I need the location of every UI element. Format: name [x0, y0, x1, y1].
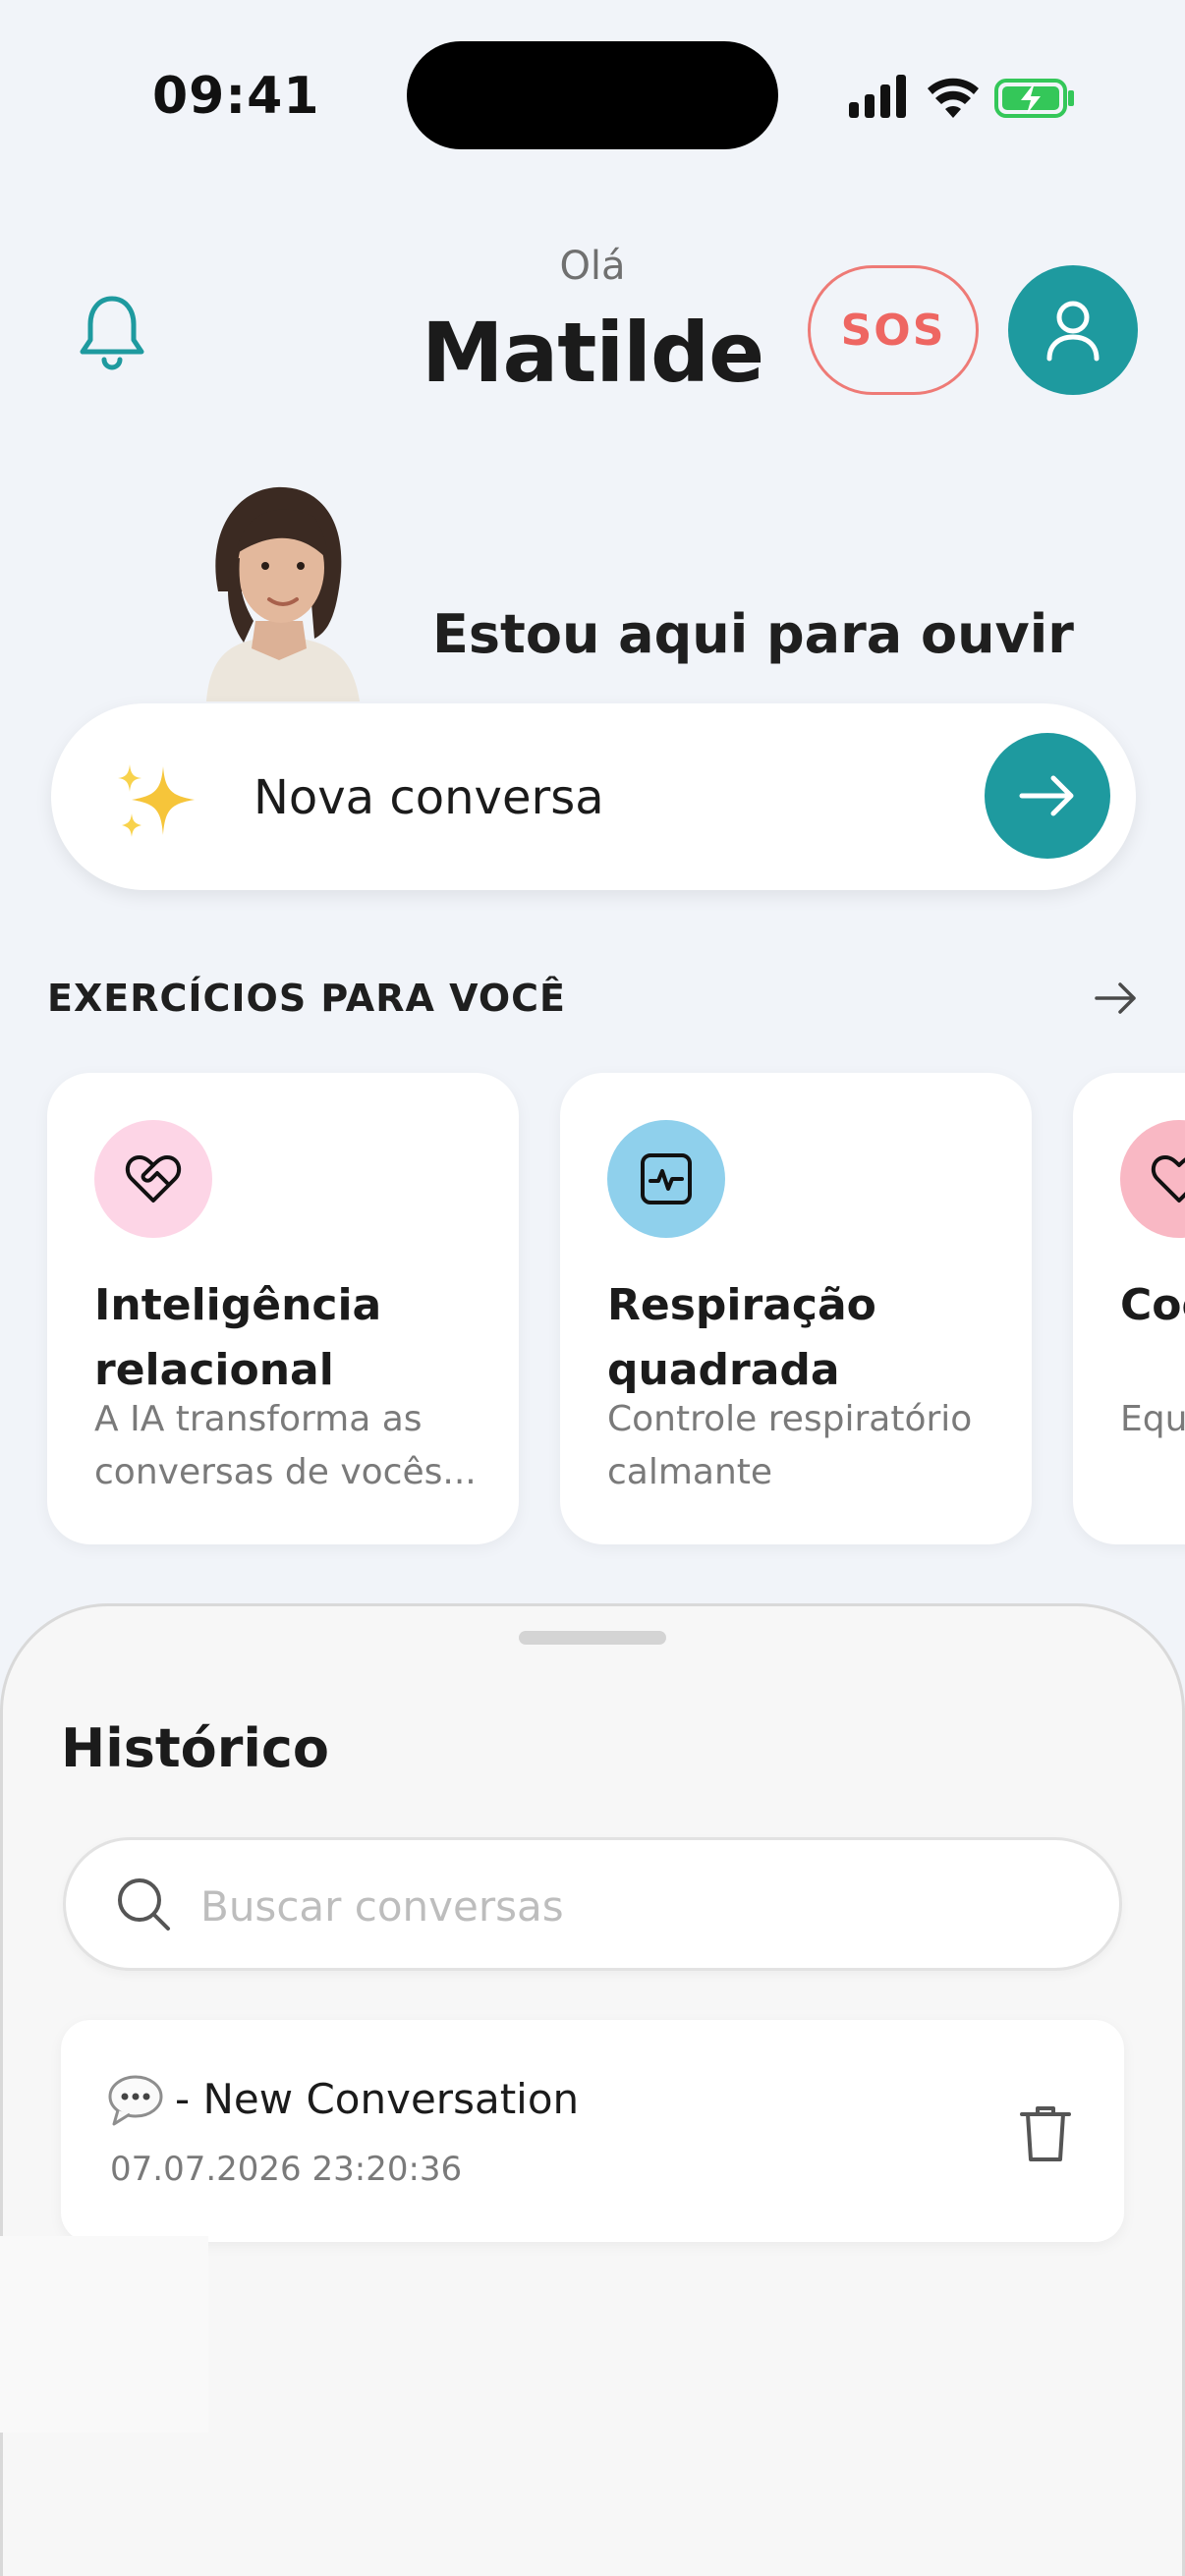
conversation-item[interactable]	[61, 2020, 1124, 2242]
arrow-right-icon	[1095, 982, 1136, 1014]
card-subtitle: A IA transforma as conversas de vocês...	[94, 1399, 477, 1492]
card-icon-bg	[607, 1120, 725, 1238]
hero-message: Estou aqui para ouvir	[432, 603, 1074, 665]
new-conversation-label: Nova conversa	[254, 770, 604, 825]
dynamic-island	[407, 41, 778, 149]
card-title: Inteligência relacional	[94, 1280, 382, 1395]
start-conversation-button[interactable]	[985, 733, 1110, 859]
card-title: Respiração quadrada	[607, 1280, 876, 1395]
search-icon	[114, 1875, 173, 1933]
exercises-see-all-button[interactable]	[1093, 979, 1140, 1018]
user-name: Matilde	[421, 305, 764, 401]
speech-bubble-icon	[108, 2075, 163, 2126]
exercise-card[interactable]: Coc car Equ car	[1073, 1073, 1185, 1544]
placeholder-block	[0, 2236, 208, 2433]
heart-pulse-icon	[1151, 1155, 1185, 1203]
sheet-grabber[interactable]	[519, 1631, 666, 1645]
exercises-section-title: EXERCÍCIOS PARA VOCÊ	[47, 977, 566, 1020]
status-icons	[845, 69, 1081, 128]
search-input[interactable]	[200, 1867, 1085, 1945]
user-icon	[1046, 301, 1100, 362]
sparkles-icon	[110, 756, 208, 845]
profile-button[interactable]	[1008, 265, 1138, 395]
status-time: 09:41	[152, 67, 320, 126]
arrow-right-icon	[1019, 775, 1074, 816]
exercise-card[interactable]: Inteligência relacional A IA transforma …	[47, 1073, 519, 1544]
card-icon-bg	[94, 1120, 212, 1238]
assistant-portrait-icon	[206, 486, 360, 701]
trash-icon	[1020, 2106, 1071, 2161]
card-title: Coc car	[1120, 1280, 1185, 1330]
exercise-card[interactable]: Respiração quadrada Controle respiratóri…	[560, 1073, 1032, 1544]
greeting-text: Olá	[559, 244, 626, 289]
conversation-title: - New Conversation	[175, 2075, 580, 2123]
assistant-avatar	[167, 474, 391, 701]
pulse-square-icon	[641, 1153, 692, 1204]
app-screen: 09:41 Olá Matilde SOS Estou aqui para ou…	[0, 0, 1185, 2576]
card-icon-bg	[1120, 1120, 1185, 1238]
card-subtitle: Equ car	[1120, 1399, 1185, 1439]
card-subtitle: Controle respiratório calmante	[607, 1399, 973, 1492]
conversation-date: 07.07.2026 23:20:36	[110, 2150, 463, 2189]
heart-handshake-icon	[125, 1155, 182, 1203]
history-title: Histórico	[61, 1717, 330, 1779]
delete-conversation-button[interactable]	[1018, 2102, 1073, 2165]
sos-button[interactable]: SOS	[808, 265, 979, 395]
signal-wifi-battery-icons	[849, 75, 1074, 118]
